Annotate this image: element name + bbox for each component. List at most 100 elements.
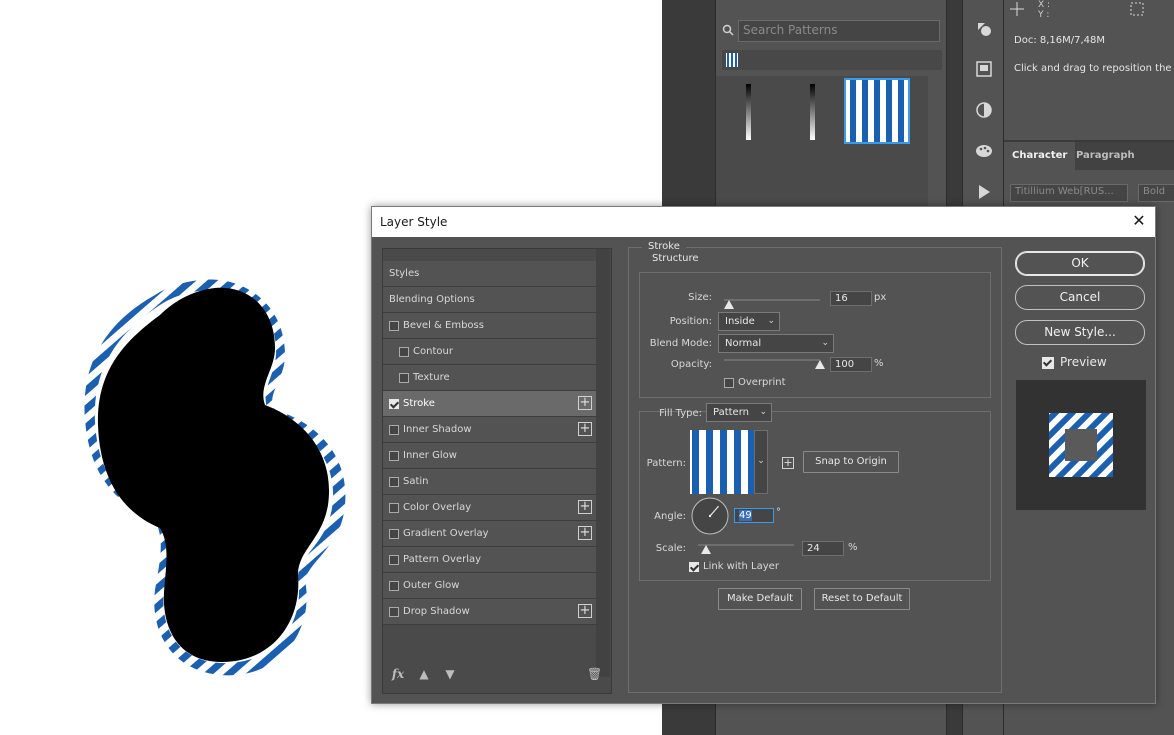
size-slider-thumb[interactable]: [723, 300, 734, 309]
opacity-label: Opacity:: [670, 359, 712, 370]
info-x-label: X :: [1038, 0, 1051, 10]
add-effect-plus-icon[interactable]: +: [578, 396, 592, 410]
opacity-input[interactable]: 100: [830, 357, 872, 372]
pattern-picker-chevron-down-icon[interactable]: ⌄: [754, 430, 768, 494]
ok-button[interactable]: OK: [1015, 251, 1145, 276]
style-item-checkbox[interactable]: [389, 451, 399, 461]
pattern-thumbnail-grid: [716, 76, 928, 206]
style-item-label: Outer Glow: [403, 580, 460, 591]
fill-type-select[interactable]: Pattern ⌄: [706, 403, 772, 422]
pattern-search-input[interactable]: Search Patterns: [738, 20, 940, 42]
style-item-label: Bevel & Emboss: [403, 320, 484, 331]
palette-icon[interactable]: [975, 142, 993, 160]
style-item-blending-options[interactable]: Blending Options: [383, 287, 596, 313]
layer-style-dialog: Layer Style ✕ Styles Blending Options Beve…: [371, 206, 1156, 704]
libraries-icon[interactable]: [975, 60, 993, 78]
style-item-color-overlay[interactable]: Color Overlay +: [383, 495, 596, 521]
size-input[interactable]: 16: [830, 291, 872, 306]
style-item-checkbox[interactable]: [389, 321, 399, 331]
style-item-pattern-overlay[interactable]: Pattern Overlay: [383, 547, 596, 573]
character-panel-tabs: Character Paragraph: [1004, 142, 1174, 170]
add-effect-plus-icon[interactable]: +: [578, 500, 592, 514]
chevron-down-icon: ⌄: [759, 407, 767, 417]
style-item-drop-shadow[interactable]: Drop Shadow +: [383, 599, 596, 625]
selection-size-icon: [1130, 2, 1144, 16]
add-effect-plus-icon[interactable]: +: [578, 526, 592, 540]
stroked-blob-artwork: [84, 279, 346, 676]
reset-to-default-button[interactable]: Reset to Default: [814, 588, 910, 610]
add-effect-plus-icon[interactable]: +: [578, 604, 592, 618]
style-item-gradient-overlay[interactable]: Gradient Overlay +: [383, 521, 596, 547]
opacity-slider-thumb[interactable]: [815, 360, 825, 369]
tab-paragraph[interactable]: Paragraph: [1068, 142, 1143, 170]
style-item-bevel-emboss[interactable]: Bevel & Emboss: [383, 313, 596, 339]
style-item-label: Drop Shadow: [403, 606, 470, 617]
play-icon[interactable]: [975, 183, 993, 201]
font-style-select[interactable]: Bold: [1138, 184, 1174, 202]
style-item-texture[interactable]: Texture: [383, 365, 596, 391]
blend-mode-select[interactable]: Normal ⌄: [718, 334, 834, 353]
style-item-checkbox[interactable]: [389, 399, 399, 409]
style-item-checkbox[interactable]: [389, 581, 399, 591]
add-effect-plus-icon[interactable]: +: [578, 422, 592, 436]
stripes-pattern-thumb[interactable]: [844, 78, 910, 144]
preview-checkbox[interactable]: [1042, 357, 1054, 369]
cancel-button[interactable]: Cancel: [1015, 285, 1145, 310]
style-item-checkbox[interactable]: [399, 373, 409, 383]
pattern-group-row[interactable]: [722, 50, 942, 70]
fx-icon[interactable]: fx: [391, 667, 405, 681]
info-y-label: Y :: [1038, 10, 1050, 20]
pattern-picker-swatch[interactable]: [690, 430, 754, 494]
style-item-checkbox[interactable]: [389, 477, 399, 487]
style-item-outer-glow[interactable]: Outer Glow: [383, 573, 596, 599]
crosshair-icon: [1010, 2, 1024, 16]
style-item-label: Texture: [413, 372, 450, 383]
style-item-contour[interactable]: Contour: [383, 339, 596, 365]
snap-to-origin-button[interactable]: Snap to Origin: [803, 451, 899, 473]
style-item-stroke[interactable]: Stroke +: [383, 391, 596, 417]
tab-character[interactable]: Character: [1004, 142, 1076, 170]
opacity-slider-track[interactable]: [724, 359, 820, 361]
style-item-checkbox[interactable]: [389, 503, 399, 513]
scale-label: Scale:: [655, 543, 686, 554]
position-label: Position:: [669, 316, 712, 327]
close-icon[interactable]: ✕: [1131, 213, 1147, 229]
link-with-layer-checkbox[interactable]: [689, 562, 699, 572]
move-down-icon[interactable]: ▼: [443, 667, 457, 681]
adjustments-icon[interactable]: [975, 101, 993, 119]
new-style-button[interactable]: New Style...: [1015, 320, 1145, 345]
style-item-checkbox[interactable]: [399, 347, 409, 357]
opacity-unit: %: [874, 358, 884, 369]
style-item-checkbox[interactable]: [389, 607, 399, 617]
size-slider-track[interactable]: [724, 299, 820, 301]
trash-icon[interactable]: 🗑: [587, 667, 602, 681]
style-item-inner-glow[interactable]: Inner Glow: [383, 443, 596, 469]
position-select[interactable]: Inside ⌄: [718, 312, 780, 331]
style-item-checkbox[interactable]: [389, 555, 399, 565]
make-default-button[interactable]: Make Default: [718, 588, 802, 610]
shapes-icon[interactable]: [975, 20, 993, 38]
angle-unit: °: [776, 507, 781, 518]
style-item-satin[interactable]: Satin: [383, 469, 596, 495]
style-item-inner-shadow[interactable]: Inner Shadow +: [383, 417, 596, 443]
overprint-checkbox[interactable]: [724, 378, 734, 388]
gradient-pattern-thumb-1[interactable]: [718, 80, 780, 142]
font-family-select[interactable]: Titillium Web[RUS...: [1010, 184, 1128, 202]
fill-type-label: Fill Type:: [659, 408, 702, 419]
move-up-icon[interactable]: ▲: [417, 667, 431, 681]
styles-list-footer: fx ▲ ▼ 🗑: [383, 655, 611, 693]
scale-slider-thumb[interactable]: [700, 545, 711, 554]
style-item-checkbox[interactable]: [389, 529, 399, 539]
tool-hint-text: Click and drag to reposition the patt: [1014, 63, 1174, 74]
angle-dial[interactable]: [690, 496, 730, 536]
styles-list-scrollbar[interactable]: [596, 249, 610, 677]
style-item-checkbox[interactable]: [389, 425, 399, 435]
new-preset-plus-icon[interactable]: +: [782, 457, 794, 469]
dialog-titlebar[interactable]: Layer Style ✕: [372, 207, 1155, 237]
search-icon: [722, 24, 734, 36]
scale-slider-track[interactable]: [698, 544, 794, 546]
angle-input[interactable]: 49: [734, 508, 774, 523]
gradient-pattern-thumb-2[interactable]: [782, 80, 844, 142]
style-item-styles[interactable]: Styles: [383, 261, 596, 287]
scale-input[interactable]: 24: [802, 541, 844, 556]
